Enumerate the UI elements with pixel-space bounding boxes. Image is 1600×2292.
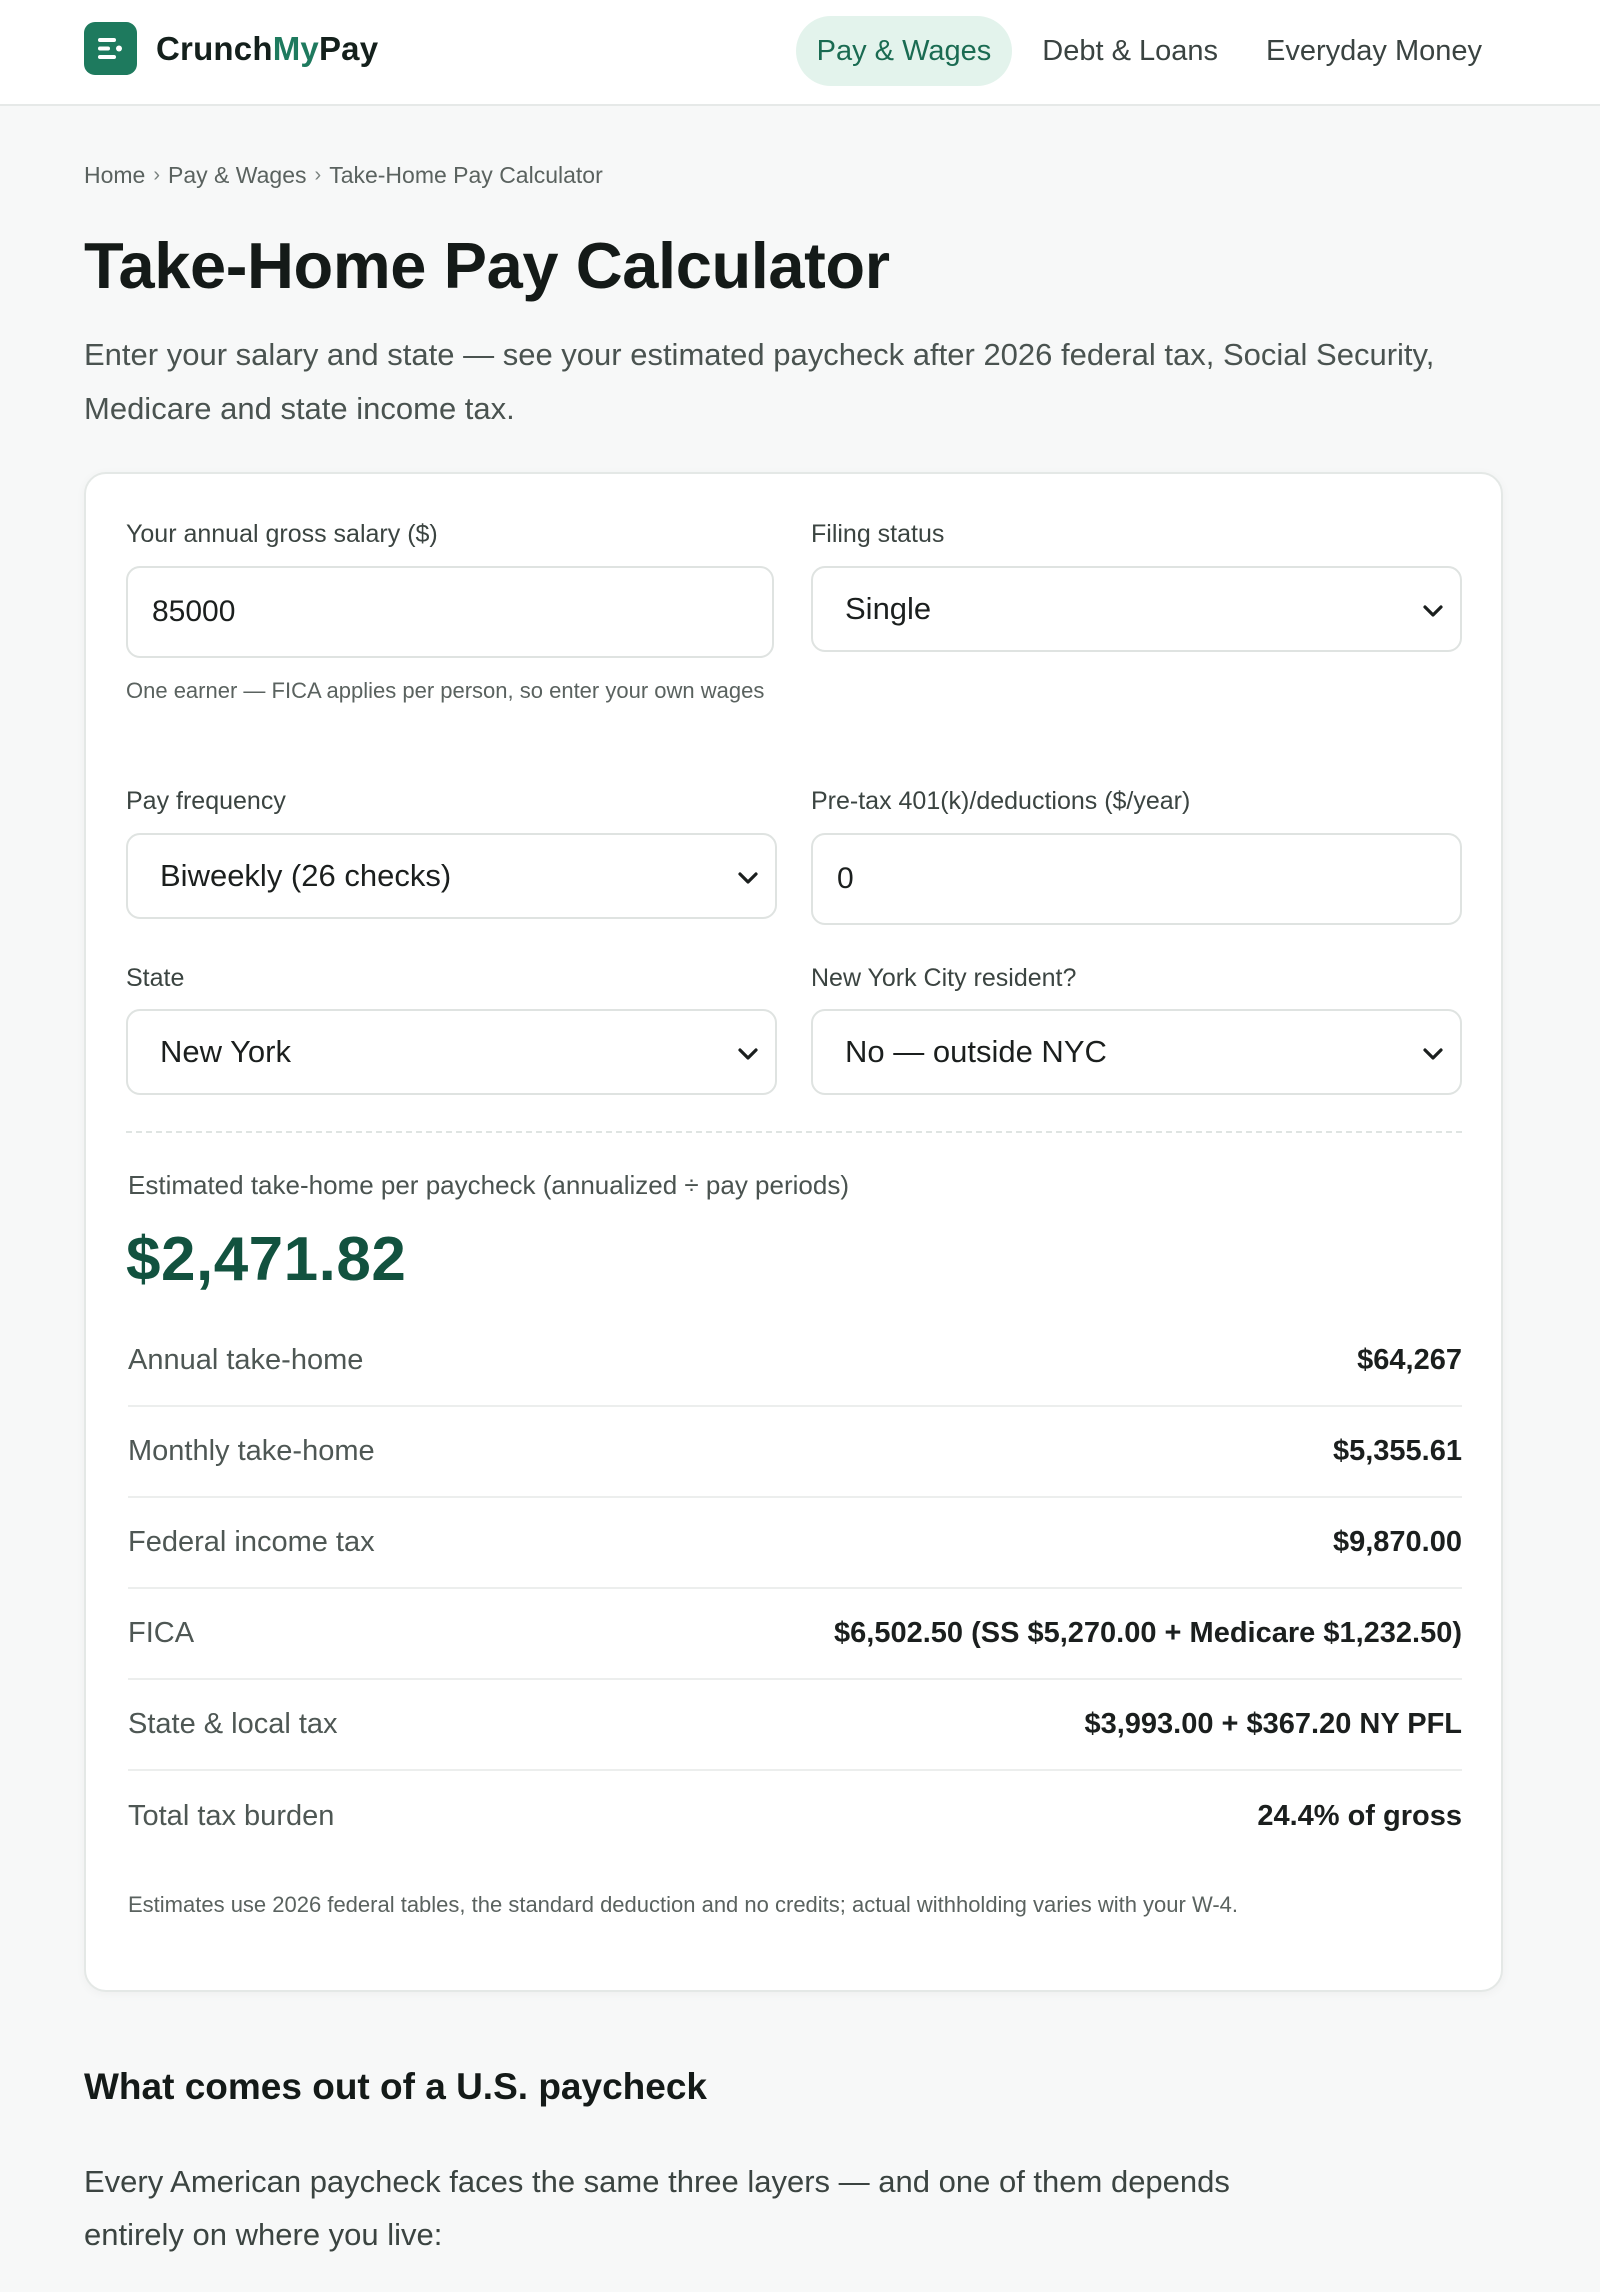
top-header: CrunchMyPay Pay & Wages Debt & Loans Eve…	[0, 0, 1600, 106]
chevron-down-icon	[738, 872, 758, 884]
take-home-per-paycheck: $2,471.82	[126, 1225, 407, 1294]
salary-label: Your annual gross salary ($)	[126, 520, 438, 548]
estimate-footnote: Estimates use 2026 federal tables, the s…	[128, 1892, 1239, 1917]
salary-field[interactable]	[126, 566, 774, 658]
result-row-value: 24.4% of gross	[1257, 1800, 1462, 1832]
results-breakdown: Annual take-home $64,267 Monthly take-ho…	[128, 1316, 1462, 1862]
results-divider	[126, 1131, 1462, 1133]
main-nav: Pay & Wages Debt & Loans Everyday Money	[784, 16, 1500, 86]
result-row-value: $3,993.00 + $367.20 NY PFL	[1084, 1708, 1462, 1740]
result-row-value: $5,355.61	[1332, 1435, 1462, 1467]
result-row-label: Total tax burden	[128, 1800, 335, 1832]
breadcrumb-separator-icon: ›	[153, 164, 161, 186]
logo-icon	[84, 22, 137, 75]
nav-pay-wages[interactable]: Pay & Wages	[795, 16, 1013, 86]
state-value: New York	[160, 1034, 291, 1069]
result-row: State & local tax $3,993.00 + $367.20 NY…	[128, 1680, 1462, 1771]
breadcrumb: Home › Pay & Wages › Take-Home Pay Calcu…	[84, 162, 603, 189]
section-body: Every American paycheck faces the same t…	[84, 2164, 1230, 2252]
pay-frequency-value: Biweekly (26 checks)	[160, 858, 452, 893]
result-row-label: Federal income tax	[128, 1526, 375, 1558]
breadcrumb-home[interactable]: Home	[84, 162, 145, 189]
result-row: Total tax burden 24.4% of gross	[128, 1771, 1462, 1862]
result-row-value: $9,870.00	[1332, 1526, 1462, 1558]
result-row: Federal income tax $9,870.00	[128, 1498, 1462, 1589]
breadcrumb-separator-icon: ›	[314, 164, 322, 186]
pay-frequency-select[interactable]: Biweekly (26 checks)	[126, 833, 777, 919]
pretax-label: Pre-tax 401(k)/deductions ($/year)	[811, 787, 1191, 815]
state-select[interactable]: New York	[126, 1009, 777, 1095]
site-logo[interactable]: CrunchMyPay	[84, 22, 378, 75]
salary-hint: One earner — FICA applies per person, so…	[126, 678, 765, 703]
result-headline-label: Estimated take-home per paycheck (annual…	[128, 1170, 849, 1200]
brand-name: CrunchMyPay	[156, 29, 379, 67]
state-label: State	[126, 964, 185, 992]
filing-status-select[interactable]: Single	[811, 566, 1462, 652]
page-title: Take-Home Pay Calculator	[84, 229, 890, 302]
result-row-value: $6,502.50 (SS $5,270.00 + Medicare $1,23…	[834, 1617, 1462, 1649]
result-row-label: State & local tax	[128, 1708, 338, 1740]
pretax-field[interactable]	[811, 833, 1462, 925]
nav-debt-loans[interactable]: Debt & Loans	[1024, 16, 1236, 86]
nav-everyday-money[interactable]: Everyday Money	[1248, 16, 1500, 86]
result-row-label: Monthly take-home	[128, 1435, 375, 1467]
breadcrumb-current: Take-Home Pay Calculator	[329, 162, 603, 188]
nyc-resident-label: New York City resident?	[811, 964, 1077, 992]
pay-frequency-label: Pay frequency	[126, 787, 286, 815]
result-row: Monthly take-home $5,355.61	[128, 1407, 1462, 1498]
result-row: FICA $6,502.50 (SS $5,270.00 + Medicare …	[128, 1589, 1462, 1680]
filing-status-value: Single	[845, 591, 932, 626]
calculator-card: Your annual gross salary ($) One earner …	[84, 472, 1503, 1992]
chevron-down-icon	[738, 1048, 758, 1060]
salary-input[interactable]	[128, 595, 772, 629]
nyc-resident-value: No — outside NYC	[845, 1034, 1107, 1069]
result-row: Annual take-home $64,267	[128, 1316, 1462, 1407]
result-row-label: Annual take-home	[128, 1344, 364, 1376]
chevron-down-icon	[1423, 605, 1443, 617]
section-title: What comes out of a U.S. paycheck	[84, 2066, 707, 2107]
result-row-value: $64,267	[1357, 1344, 1462, 1376]
nyc-resident-select[interactable]: No — outside NYC	[811, 1009, 1462, 1095]
breadcrumb-section[interactable]: Pay & Wages	[168, 162, 306, 189]
pretax-input[interactable]	[813, 862, 1460, 896]
result-row-label: FICA	[128, 1617, 195, 1649]
chevron-down-icon	[1423, 1048, 1443, 1060]
page-lede: Enter your salary and state — see your e…	[84, 337, 1435, 426]
filing-status-label: Filing status	[811, 520, 945, 548]
